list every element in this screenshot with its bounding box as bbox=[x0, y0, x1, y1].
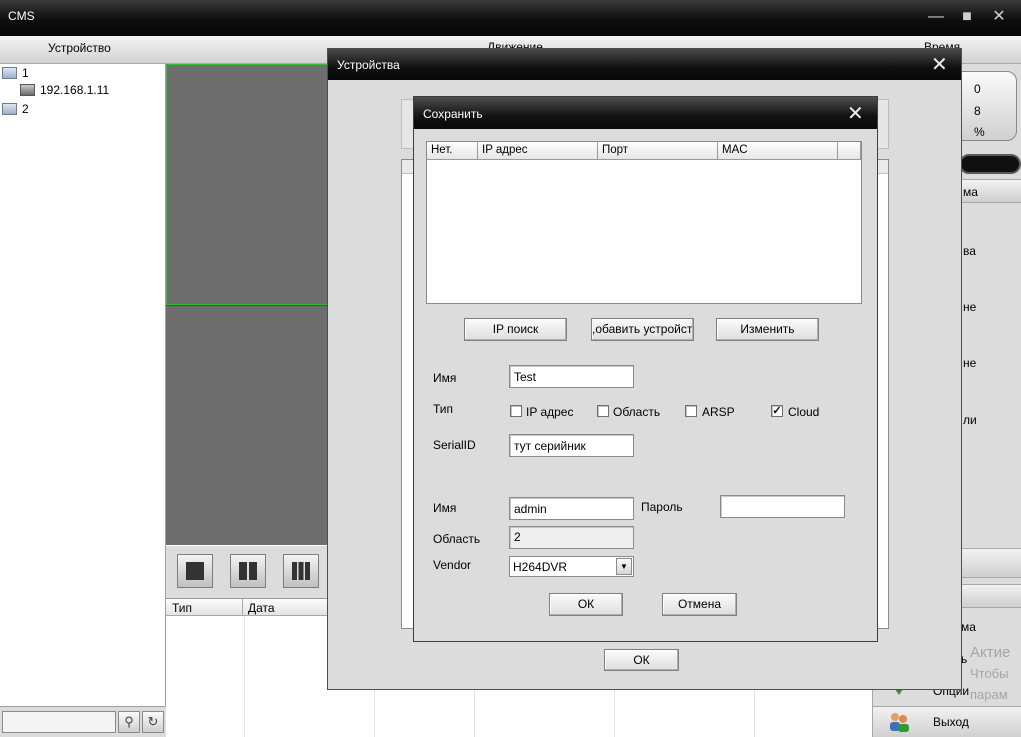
column-header-no[interactable]: Нет. bbox=[427, 142, 478, 160]
type-ip-label: IP адрес bbox=[526, 405, 574, 419]
password-field[interactable] bbox=[720, 495, 845, 518]
vendor-selected-value: H264DVR bbox=[513, 560, 568, 574]
ptz-slider[interactable] bbox=[959, 154, 1021, 174]
close-icon[interactable]: ✕ bbox=[987, 6, 1011, 28]
type-arsp-checkbox[interactable] bbox=[685, 405, 697, 417]
save-dialog-title: Сохранить bbox=[423, 107, 483, 121]
save-ok-button[interactable]: ОК bbox=[549, 593, 623, 616]
devices-dialog-titlebar: Устройства ✕ bbox=[328, 49, 961, 80]
menu-item-label[interactable]: ма bbox=[961, 620, 976, 634]
close-icon[interactable]: ✕ bbox=[931, 55, 948, 75]
maximize-icon[interactable]: ■ bbox=[955, 6, 979, 28]
log-column-date: Дата bbox=[248, 601, 275, 615]
area-field[interactable]: 2 bbox=[509, 526, 634, 549]
search-results-table: Нет. IP адрес Порт MAC bbox=[426, 141, 862, 304]
ptz-control-disc[interactable]: 0 8 % bbox=[953, 71, 1017, 141]
name-field[interactable] bbox=[509, 365, 634, 388]
tree-node-group-1[interactable]: 1 bbox=[2, 66, 29, 82]
layout-9-button[interactable] bbox=[283, 554, 319, 588]
username-label: Имя bbox=[433, 501, 457, 515]
tree-search-input[interactable] bbox=[2, 711, 116, 733]
type-cloud-checkbox[interactable]: ✓ bbox=[771, 405, 783, 417]
vendor-label: Vendor bbox=[433, 558, 472, 572]
area-label: Область bbox=[433, 532, 481, 546]
device-column-header: Устройство bbox=[48, 41, 111, 55]
column-header-extra bbox=[838, 142, 861, 160]
single-view-icon bbox=[186, 562, 204, 580]
tree-node-label: 192.168.1.11 bbox=[40, 83, 110, 97]
type-area-checkbox[interactable] bbox=[597, 405, 609, 417]
video-window-2[interactable] bbox=[166, 305, 328, 545]
windows-activation-watermark: Актие Чтобы парам bbox=[970, 642, 1010, 705]
layout-toolbar bbox=[166, 546, 328, 598]
password-label: Пароль bbox=[641, 500, 683, 514]
column-header-mac[interactable]: MAC bbox=[718, 142, 838, 160]
vendor-select[interactable]: H264DVR ▼ bbox=[509, 556, 634, 577]
main-titlebar: CMS — ■ ✕ bbox=[0, 0, 1021, 36]
refresh-icon[interactable]: ↻ bbox=[142, 711, 164, 733]
ip-search-button[interactable]: IP поиск bbox=[464, 318, 567, 341]
search-icon[interactable]: ⚲ bbox=[118, 711, 140, 733]
devices-dialog-title: Устройства bbox=[337, 58, 400, 72]
column-header-port[interactable]: Порт bbox=[598, 142, 718, 160]
tree-node-group-2[interactable]: 2 bbox=[2, 102, 29, 118]
layout-4-button[interactable] bbox=[230, 554, 266, 588]
tree-node-label: 2 bbox=[22, 102, 29, 116]
minimize-icon[interactable]: — bbox=[924, 6, 948, 28]
watermark-line: парам bbox=[970, 687, 1008, 702]
username-field[interactable] bbox=[509, 497, 634, 520]
tree-node-label: 1 bbox=[22, 66, 29, 80]
menu-item-label[interactable]: ли bbox=[963, 413, 977, 427]
exit-label: Выход bbox=[933, 715, 969, 729]
ptz-value: % bbox=[974, 125, 985, 139]
device-group-icon bbox=[2, 103, 17, 115]
ptz-value: 0 bbox=[974, 82, 981, 96]
save-cancel-button[interactable]: Отмена bbox=[662, 593, 737, 616]
save-dialog-titlebar: Сохранить ✕ bbox=[414, 97, 877, 129]
tree-search-bar: ⚲ ↻ bbox=[0, 706, 166, 737]
add-device-button[interactable]: ,обавить устройств bbox=[591, 318, 694, 341]
nine-view-icon bbox=[292, 562, 310, 580]
watermark-line: Актие bbox=[970, 644, 1011, 661]
layout-1-button[interactable] bbox=[177, 554, 213, 588]
dvr-device-icon bbox=[20, 84, 35, 96]
name-label: Имя bbox=[433, 371, 457, 385]
exit-button[interactable]: Выход bbox=[873, 706, 1021, 737]
users-exit-icon bbox=[890, 713, 909, 732]
type-area-label: Область bbox=[613, 405, 661, 419]
video-window-1[interactable] bbox=[166, 64, 328, 305]
tree-node-device[interactable]: 192.168.1.11 bbox=[20, 83, 109, 99]
type-label: Тип bbox=[433, 402, 454, 416]
close-icon[interactable]: ✕ bbox=[847, 104, 864, 124]
device-group-icon bbox=[2, 67, 17, 79]
device-tree: 1 192.168.1.11 2 bbox=[0, 64, 166, 706]
quad-view-icon bbox=[239, 562, 257, 580]
serialid-label: SerialID bbox=[433, 438, 476, 452]
menu-item-label[interactable]: не bbox=[963, 300, 976, 314]
change-button[interactable]: Изменить bbox=[716, 318, 819, 341]
save-dialog: Сохранить ✕ Нет. IP адрес Порт MAC IP по… bbox=[413, 96, 878, 642]
log-column-type: Тип bbox=[172, 601, 193, 615]
section-label: ма bbox=[963, 185, 978, 199]
menu-item-label[interactable]: не bbox=[963, 356, 976, 370]
column-header-ip[interactable]: IP адрес bbox=[478, 142, 598, 160]
type-arsp-label: ARSP bbox=[702, 405, 735, 419]
type-cloud-label: Cloud bbox=[788, 405, 820, 419]
app-title: CMS bbox=[8, 9, 35, 23]
ptz-value: 8 bbox=[974, 104, 981, 118]
watermark-line: Чтобы bbox=[970, 666, 1009, 681]
type-ip-checkbox[interactable] bbox=[510, 405, 522, 417]
chevron-down-icon[interactable]: ▼ bbox=[616, 558, 632, 575]
menu-item-label[interactable]: ва bbox=[963, 244, 976, 258]
serialid-field[interactable] bbox=[509, 434, 634, 457]
devices-ok-button[interactable]: ОК bbox=[604, 649, 679, 671]
